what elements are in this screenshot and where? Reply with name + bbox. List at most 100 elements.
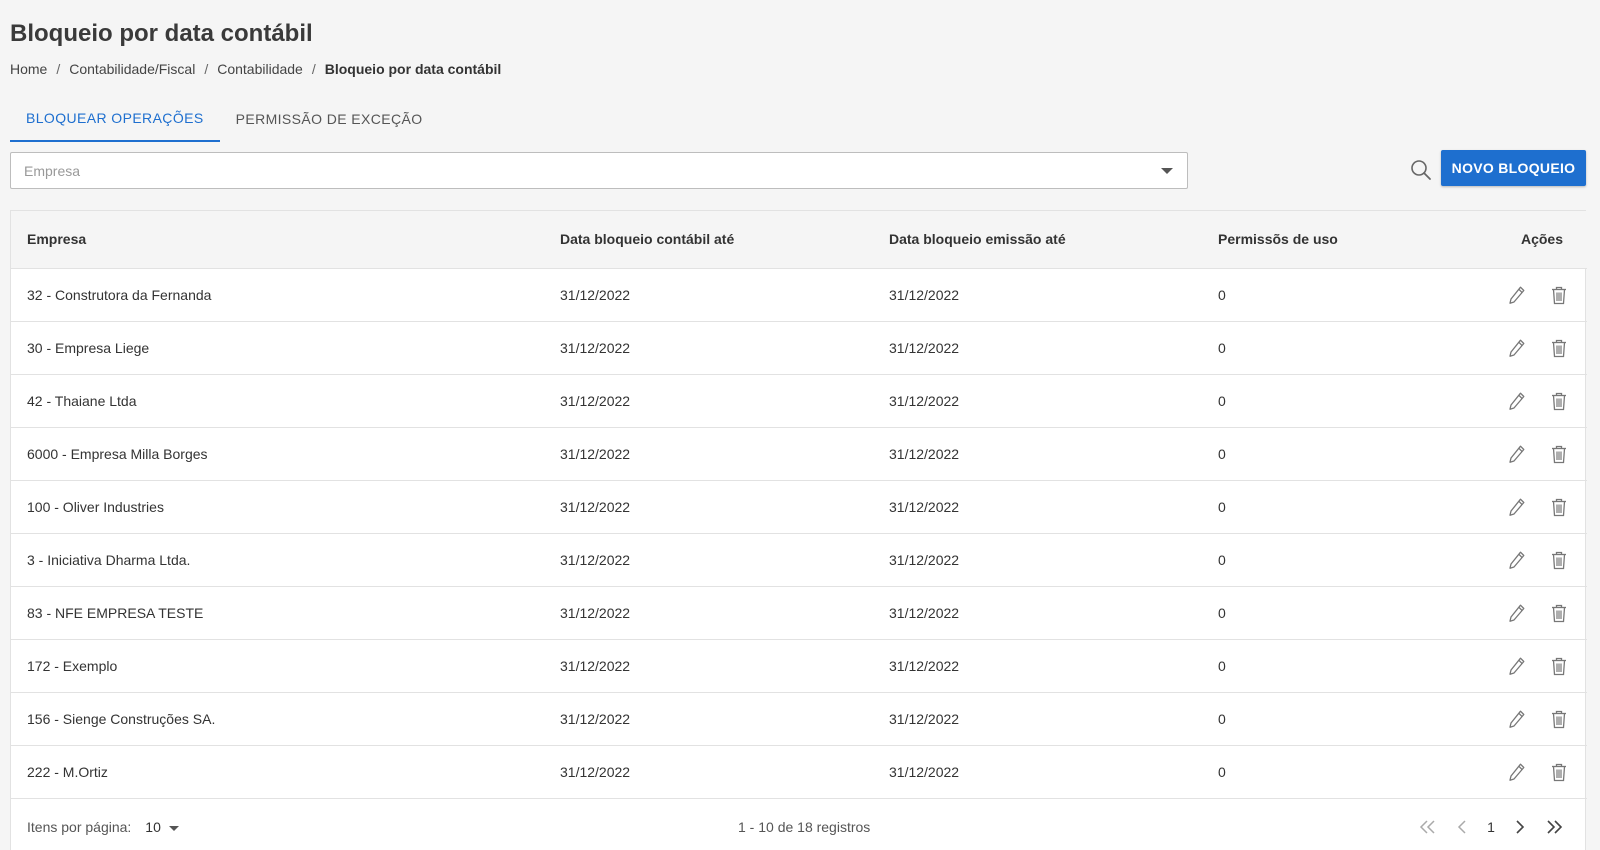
cell-actions: [1432, 639, 1587, 693]
table-row[interactable]: 100 - Oliver Industries 31/12/2022 31/12/2…: [11, 480, 1587, 534]
breadcrumb-home[interactable]: Home: [10, 61, 47, 77]
cell-data-contabil: 31/12/2022: [544, 586, 873, 640]
cell-data-emissao: 31/12/2022: [873, 374, 1202, 428]
trash-icon[interactable]: [1545, 281, 1573, 309]
cell-data-contabil: 31/12/2022: [544, 692, 873, 746]
cell-data-contabil: 31/12/2022: [544, 745, 873, 799]
cell-actions: [1432, 374, 1587, 428]
pencil-icon[interactable]: [1503, 387, 1531, 415]
first-page-icon[interactable]: [1411, 812, 1445, 842]
table-header-row: Empresa Data bloqueio contábil até Data …: [11, 211, 1587, 269]
table-row[interactable]: 83 - NFE EMPRESA TESTE 31/12/2022 31/12/20…: [11, 586, 1587, 640]
cell-data-emissao: 31/12/2022: [873, 480, 1202, 534]
items-per-page-value: 10: [145, 819, 161, 835]
cell-data-emissao: 31/12/2022: [873, 745, 1202, 799]
pencil-icon[interactable]: [1503, 546, 1531, 574]
pencil-icon[interactable]: [1503, 281, 1531, 309]
cell-permissoes: 0: [1202, 586, 1432, 640]
column-header-acoes: Ações: [1432, 211, 1587, 269]
cell-empresa: 172 - Exemplo: [11, 639, 544, 693]
breadcrumb-contabilidade[interactable]: Contabilidade: [217, 61, 303, 77]
column-header-permissoes[interactable]: Permissõs de uso: [1202, 211, 1432, 269]
page-title: Bloqueio por data contábil: [10, 20, 313, 47]
cell-actions: [1432, 745, 1587, 799]
tab-permissao-de-excecao[interactable]: PERMISSÃO DE EXCEÇÃO: [220, 96, 439, 142]
table-row[interactable]: 42 - Thaiane Ltda 31/12/2022 31/12/2022 0: [11, 374, 1587, 428]
caret-down-icon: [1161, 168, 1173, 174]
items-per-page-select[interactable]: 10: [145, 819, 179, 835]
cell-actions: [1432, 268, 1587, 322]
cell-data-contabil: 31/12/2022: [544, 427, 873, 481]
cell-actions: [1432, 586, 1587, 640]
cell-empresa: 6000 - Empresa Milla Borges: [11, 427, 544, 481]
breadcrumb-contabilidade-fiscal[interactable]: Contabilidade/Fiscal: [69, 61, 195, 77]
cell-data-emissao: 31/12/2022: [873, 692, 1202, 746]
cell-data-contabil: 31/12/2022: [544, 321, 873, 375]
cell-data-emissao: 31/12/2022: [873, 639, 1202, 693]
tabs: BLOQUEAR OPERAÇÕES PERMISSÃO DE EXCEÇÃO: [10, 96, 439, 142]
cell-actions: [1432, 533, 1587, 587]
pencil-icon[interactable]: [1503, 705, 1531, 733]
cell-actions: [1432, 480, 1587, 534]
breadcrumb-separator: /: [204, 61, 209, 77]
table-row[interactable]: 30 - Empresa Liege 31/12/2022 31/12/2022 0: [11, 321, 1587, 375]
cell-data-emissao: 31/12/2022: [873, 268, 1202, 322]
table-row[interactable]: 32 - Construtora da Fernanda 31/12/2022 31…: [11, 268, 1587, 322]
last-page-icon[interactable]: [1537, 812, 1571, 842]
table-row[interactable]: 156 - Sienge Construções SA. 31/12/2022 31…: [11, 692, 1587, 746]
cell-actions: [1432, 321, 1587, 375]
column-header-data-contabil[interactable]: Data bloqueio contábil até: [544, 211, 873, 269]
trash-icon[interactable]: [1545, 387, 1573, 415]
cell-data-contabil: 31/12/2022: [544, 639, 873, 693]
cell-permissoes: 0: [1202, 374, 1432, 428]
trash-icon[interactable]: [1545, 705, 1573, 733]
pencil-icon[interactable]: [1503, 493, 1531, 521]
cell-permissoes: 0: [1202, 427, 1432, 481]
pencil-icon[interactable]: [1503, 440, 1531, 468]
cell-data-contabil: 31/12/2022: [544, 480, 873, 534]
records-range-label: 1 - 10 de 18 registros: [738, 819, 871, 835]
company-select[interactable]: Empresa: [10, 152, 1188, 189]
pencil-icon[interactable]: [1503, 652, 1531, 680]
caret-down-icon: [168, 825, 179, 831]
trash-icon[interactable]: [1545, 652, 1573, 680]
column-header-data-emissao[interactable]: Data bloqueio emissão até: [873, 211, 1202, 269]
cell-permissoes: 0: [1202, 692, 1432, 746]
pager: 1: [1411, 812, 1571, 842]
trash-icon[interactable]: [1545, 493, 1573, 521]
pencil-icon[interactable]: [1503, 334, 1531, 362]
cell-empresa: 42 - Thaiane Ltda: [11, 374, 544, 428]
cell-permissoes: 0: [1202, 533, 1432, 587]
breadcrumb-separator: /: [311, 61, 316, 77]
trash-icon[interactable]: [1545, 599, 1573, 627]
pencil-icon[interactable]: [1503, 599, 1531, 627]
trash-icon[interactable]: [1545, 440, 1573, 468]
breadcrumb: Home / Contabilidade/Fiscal / Contabilid…: [10, 61, 501, 77]
cell-empresa: 32 - Construtora da Fernanda: [11, 268, 544, 322]
table-row[interactable]: 222 - M.Ortiz 31/12/2022 31/12/2022 0: [11, 745, 1587, 799]
next-page-icon[interactable]: [1503, 812, 1537, 842]
column-header-empresa[interactable]: Empresa: [11, 211, 544, 269]
cell-actions: [1432, 427, 1587, 481]
trash-icon[interactable]: [1545, 334, 1573, 362]
cell-data-contabil: 31/12/2022: [544, 533, 873, 587]
search-icon[interactable]: [1407, 156, 1435, 184]
cell-permissoes: 0: [1202, 321, 1432, 375]
table-row[interactable]: 3 - Iniciativa Dharma Ltda. 31/12/2022 31/…: [11, 533, 1587, 587]
breadcrumb-separator: /: [56, 61, 61, 77]
trash-icon[interactable]: [1545, 758, 1573, 786]
company-select-placeholder: Empresa: [24, 162, 81, 179]
tab-bloquear-operacoes[interactable]: BLOQUEAR OPERAÇÕES: [10, 96, 220, 142]
cell-empresa: 222 - M.Ortiz: [11, 745, 544, 799]
page: Bloqueio por data contábil Home / Contab…: [0, 0, 1600, 850]
table-row[interactable]: 6000 - Empresa Milla Borges 31/12/2022 31/…: [11, 427, 1587, 481]
table-row[interactable]: 172 - Exemplo 31/12/2022 31/12/2022 0: [11, 639, 1587, 693]
blocks-table: Empresa Data bloqueio contábil até Data …: [10, 210, 1587, 850]
pencil-icon[interactable]: [1503, 758, 1531, 786]
previous-page-icon[interactable]: [1445, 812, 1479, 842]
items-per-page-label: Itens por página:: [27, 819, 132, 835]
new-block-button[interactable]: NOVO BLOQUEIO: [1441, 150, 1586, 186]
current-page-number[interactable]: 1: [1479, 819, 1503, 835]
breadcrumb-current: Bloqueio por data contábil: [324, 61, 502, 77]
trash-icon[interactable]: [1545, 546, 1573, 574]
